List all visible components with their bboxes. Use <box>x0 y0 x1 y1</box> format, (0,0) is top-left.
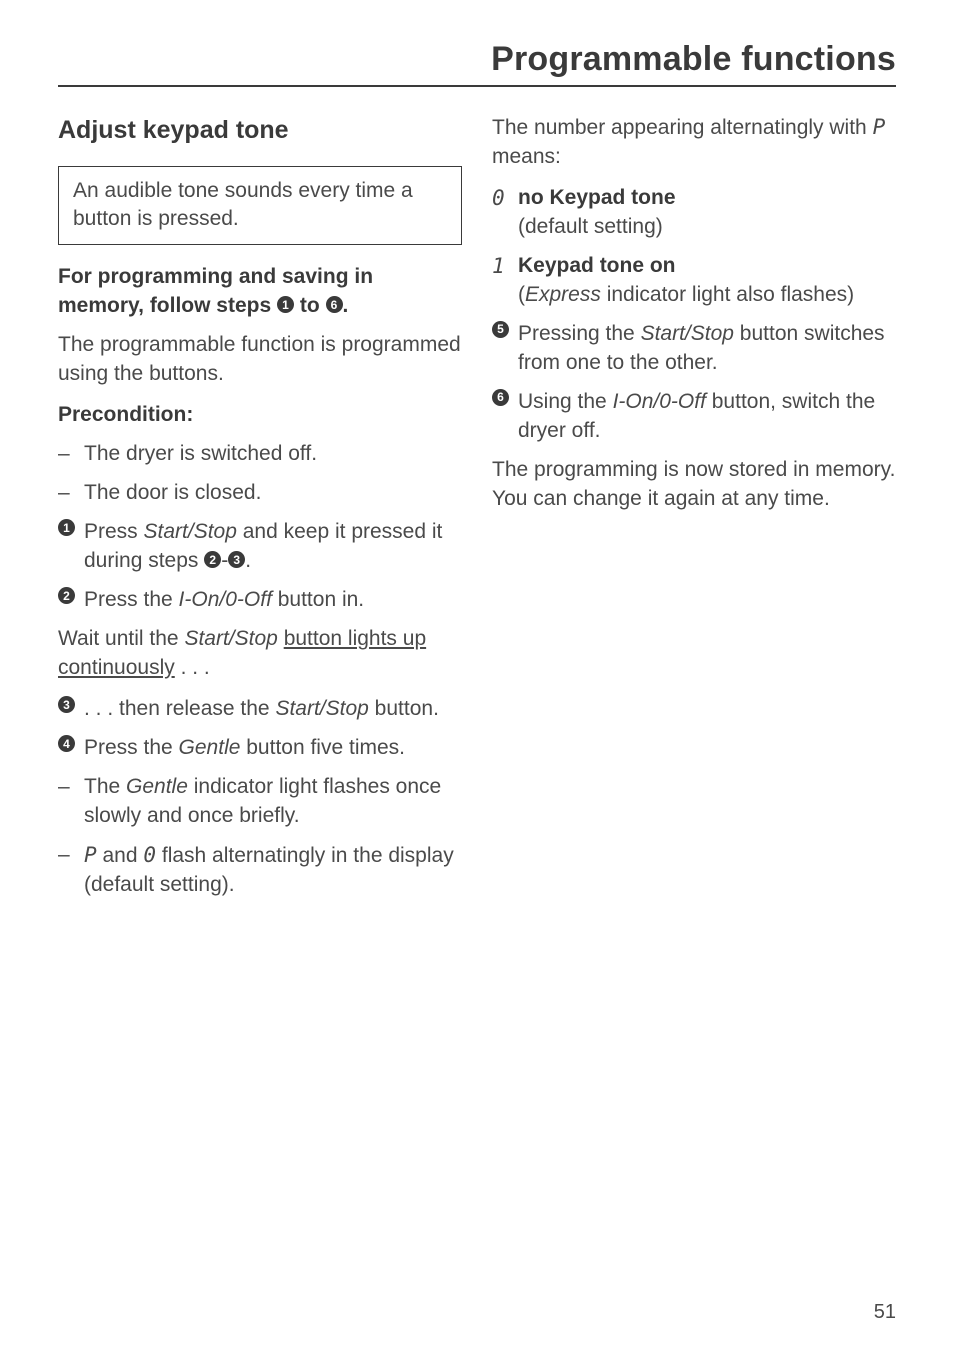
left-column: Adjust keypad tone An audible tone sound… <box>58 113 462 910</box>
right-column: The number appearing alternatingly with … <box>492 113 896 910</box>
txt: The number appearing alternatingly with <box>492 116 873 139</box>
manual-page: Programmable functions Adjust keypad ton… <box>0 0 954 1352</box>
txt: Press the <box>84 588 179 611</box>
txt: . . . <box>175 656 210 679</box>
step-text: Press the Gentle button five times. <box>84 734 462 763</box>
step-number-icon: 6 <box>492 389 509 406</box>
step-text: Press Start/Stop and keep it pressed it … <box>84 518 462 576</box>
step-text: Pressing the Start/Stop button switches … <box>518 320 896 378</box>
step-item: 6 Using the I-On/0-Off button, switch th… <box>492 388 896 446</box>
step-number-icon: 4 <box>58 735 75 752</box>
ref-button: Start/Stop <box>641 322 734 345</box>
step-number-icon: 3 <box>228 551 245 568</box>
txt: indicator light also flashes) <box>601 283 854 306</box>
dash-icon: – <box>58 479 84 508</box>
step-item: 2 Press the I-On/0-Off button in. <box>58 586 462 615</box>
txt: Wait until the <box>58 627 184 650</box>
txt: Press the <box>84 736 179 759</box>
list-item: – P and 0 flash alternatingly in the dis… <box>58 841 462 900</box>
step-text: Using the I-On/0-Off button, switch the … <box>518 388 896 446</box>
txt: ( <box>518 283 525 306</box>
step-number-icon: 5 <box>492 321 509 338</box>
txt: . . . then release the <box>84 697 275 720</box>
txt: Press <box>84 520 144 543</box>
programming-lead: For programming and saving in memory, fo… <box>58 263 462 321</box>
display-symbol: 1 <box>492 252 518 310</box>
ref-button: Start/Stop <box>144 520 237 543</box>
step-item: 3 . . . then release the Start/Stop butt… <box>58 695 462 724</box>
txt: button in. <box>272 588 364 611</box>
txt: and <box>97 844 144 867</box>
display-symbol: P <box>84 843 97 867</box>
ref-button: Gentle <box>179 736 241 759</box>
precondition-heading: Precondition: <box>58 401 462 430</box>
meaning-item: 1 Keypad tone on (Express indicator ligh… <box>492 252 896 310</box>
info-box-text: An audible tone sounds every time a butt… <box>73 179 413 231</box>
dash-icon: – <box>58 841 84 900</box>
txt: means: <box>492 145 561 168</box>
ref-button: Gentle <box>126 775 188 798</box>
txt: . <box>245 549 251 572</box>
ref-indicator: Express <box>525 283 601 306</box>
body-text: The programming is now stored in memory.… <box>492 456 896 514</box>
meaning-item: 0 no Keypad tone (default setting) <box>492 184 896 242</box>
step-number-icon: 3 <box>58 696 75 713</box>
step-number-icon: 1 <box>58 519 75 536</box>
list-item-text: P and 0 flash alternatingly in the displ… <box>84 841 462 900</box>
step-text: . . . then release the Start/Stop button… <box>84 695 462 724</box>
lead-part-3: . <box>343 294 349 317</box>
body-text: The number appearing alternatingly with … <box>492 113 896 172</box>
txt: - <box>221 549 228 572</box>
step-item: 4 Press the Gentle button five times. <box>58 734 462 763</box>
step-text: Press the I-On/0-Off button in. <box>84 586 462 615</box>
list-item-text: The door is closed. <box>84 479 462 508</box>
list-item-text: The dryer is switched off. <box>84 440 462 469</box>
txt: button. <box>369 697 439 720</box>
display-symbol: 0 <box>492 184 518 242</box>
ref-button: I-On/0-Off <box>613 390 706 413</box>
dash-icon: – <box>58 773 84 831</box>
meaning-title: Keypad tone on <box>518 254 676 277</box>
step-number-icon: 1 <box>277 296 294 313</box>
step-number-icon: 2 <box>58 587 75 604</box>
txt: The <box>84 775 126 798</box>
page-header: Programmable functions <box>58 40 896 87</box>
txt: Using the <box>518 390 613 413</box>
list-item-text: The Gentle indicator light flashes once … <box>84 773 462 831</box>
meaning-text: Keypad tone on (Express indicator light … <box>518 252 896 310</box>
lead-part-2: to <box>294 294 326 317</box>
info-box: An audible tone sounds every time a butt… <box>58 166 462 246</box>
txt: button five times. <box>240 736 405 759</box>
meaning-title: no Keypad tone <box>518 186 676 209</box>
step-item: 1 Press Start/Stop and keep it pressed i… <box>58 518 462 576</box>
list-item: – The Gentle indicator light flashes onc… <box>58 773 462 831</box>
txt: Pressing the <box>518 322 641 345</box>
step-number-icon: 2 <box>204 551 221 568</box>
ref-button: Start/Stop <box>184 627 277 650</box>
section-heading: Adjust keypad tone <box>58 113 462 148</box>
display-symbol: 0 <box>143 843 156 867</box>
step-item: 5 Pressing the Start/Stop button switche… <box>492 320 896 378</box>
display-symbol: P <box>873 115 886 139</box>
step-number-icon: 6 <box>326 296 343 313</box>
meaning-sub: (default setting) <box>518 215 663 238</box>
ref-button: I-On/0-Off <box>179 588 272 611</box>
body-text: Wait until the Start/Stop button lights … <box>58 625 462 683</box>
list-item: – The dryer is switched off. <box>58 440 462 469</box>
page-title: Programmable functions <box>58 40 896 79</box>
page-number: 51 <box>874 1301 896 1324</box>
list-item: – The door is closed. <box>58 479 462 508</box>
content-columns: Adjust keypad tone An audible tone sound… <box>58 113 896 910</box>
body-text: The programmable function is programmed … <box>58 331 462 389</box>
dash-icon: – <box>58 440 84 469</box>
meaning-text: no Keypad tone (default setting) <box>518 184 896 242</box>
ref-button: Start/Stop <box>275 697 368 720</box>
